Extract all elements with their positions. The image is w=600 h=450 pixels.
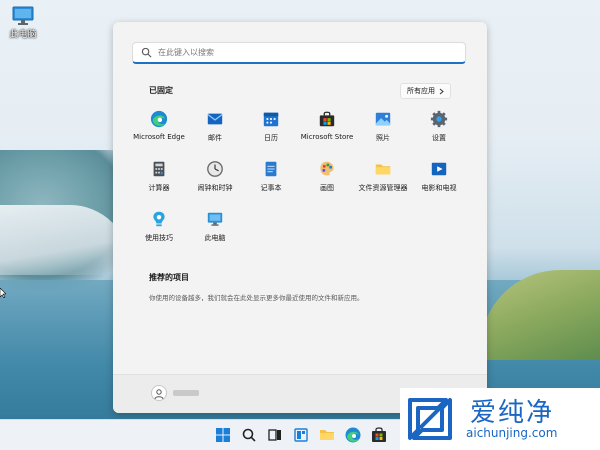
edge-icon [345,427,361,443]
pinned-app-calculator[interactable]: 计算器 [131,160,187,206]
monitor-icon [12,6,34,25]
app-label: 邮件 [208,134,222,142]
all-apps-label: 所有应用 [407,87,435,95]
pinned-app-tips[interactable]: 使用技巧 [131,210,187,256]
chevron-right-icon [439,88,444,94]
pinned-app-calendar[interactable]: 日历 [243,110,299,156]
search-placeholder: 在此键入以搜索 [158,48,214,57]
pinned-app-clock[interactable]: 闹钟和时钟 [187,160,243,206]
this-pc-icon [207,212,223,226]
edge-icon [150,110,168,128]
avatar[interactable] [151,385,167,401]
pinned-app-paint[interactable]: 画图 [299,160,355,206]
calculator-icon [153,161,165,177]
recommended-section-title: 推荐的项目 [149,273,189,282]
app-label: 使用技巧 [145,234,173,242]
search-icon [242,428,256,442]
paint-icon [320,161,334,176]
recommended-empty-text: 你使用的设备越多，我们就会在此处显示更多你最近使用的文件和新应用。 [149,294,364,302]
start-menu: 在此键入以搜索 已固定 所有应用 Microsoft Edge 邮件 日历 Mi… [113,22,487,413]
user-icon [154,389,164,400]
pinned-app-store[interactable]: Microsoft Store [299,110,355,156]
widgets-button[interactable] [292,426,310,444]
task-view-icon [268,429,281,441]
search-input[interactable]: 在此键入以搜索 [132,42,466,64]
app-label: 日历 [264,134,278,142]
app-label: 照片 [376,134,390,142]
store-icon [319,111,335,127]
pinned-app-file-explorer[interactable]: 文件资源管理器 [355,160,411,206]
watermark-text: 爱纯净 [470,398,555,428]
taskbar-search-button[interactable] [240,426,258,444]
task-view-button[interactable] [266,426,284,444]
app-label: 文件资源管理器 [358,184,408,192]
app-label: 计算器 [148,184,170,192]
pinned-app-notepad[interactable]: 记事本 [243,160,299,206]
pinned-section-title: 已固定 [149,86,173,95]
mail-icon [207,113,223,125]
widgets-icon [294,428,308,442]
taskbar-edge[interactable] [344,426,362,444]
app-label: 闹钟和时钟 [197,184,233,192]
windows-icon [216,428,230,442]
all-apps-button[interactable]: 所有应用 [400,83,451,99]
watermark-url: aichunjing.com [466,426,558,440]
start-button[interactable] [214,426,232,444]
site-watermark: 爱纯净 aichunjing.com [400,388,600,450]
desktop-icon-this-pc[interactable]: 此电脑 [6,6,40,40]
app-label: 画图 [320,184,334,192]
pinned-app-mail[interactable]: 邮件 [187,110,243,156]
taskbar-store[interactable] [370,426,388,444]
folder-icon [375,164,391,175]
pinned-app-photos[interactable]: 照片 [355,110,411,156]
store-icon [372,427,386,442]
app-label: 电影和电视 [421,184,457,192]
movies-icon [431,162,447,176]
app-label: 此电脑 [204,234,226,242]
app-label: 记事本 [260,184,282,192]
desktop-icon-label: 此电脑 [9,30,37,40]
file-explorer-icon [320,430,334,440]
user-name-redacted[interactable] [173,390,199,396]
pinned-app-this-pc[interactable]: 此电脑 [187,210,243,256]
watermark-logo-icon [408,398,452,440]
settings-icon [430,110,448,128]
search-icon [141,47,152,58]
pinned-app-movies[interactable]: 电影和电视 [411,160,467,206]
photos-icon [375,112,391,126]
pinned-app-settings[interactable]: 设置 [411,110,467,156]
calendar-icon [263,112,279,127]
taskbar-file-explorer[interactable] [318,426,336,444]
app-label: Microsoft Edge [133,133,185,141]
app-label: Microsoft Store [300,133,354,141]
notepad-icon [265,161,277,177]
pinned-app-edge[interactable]: Microsoft Edge [131,110,187,156]
app-label: 设置 [432,134,446,142]
clock-icon [207,161,223,177]
mouse-cursor [0,283,7,299]
tips-icon [153,211,165,227]
